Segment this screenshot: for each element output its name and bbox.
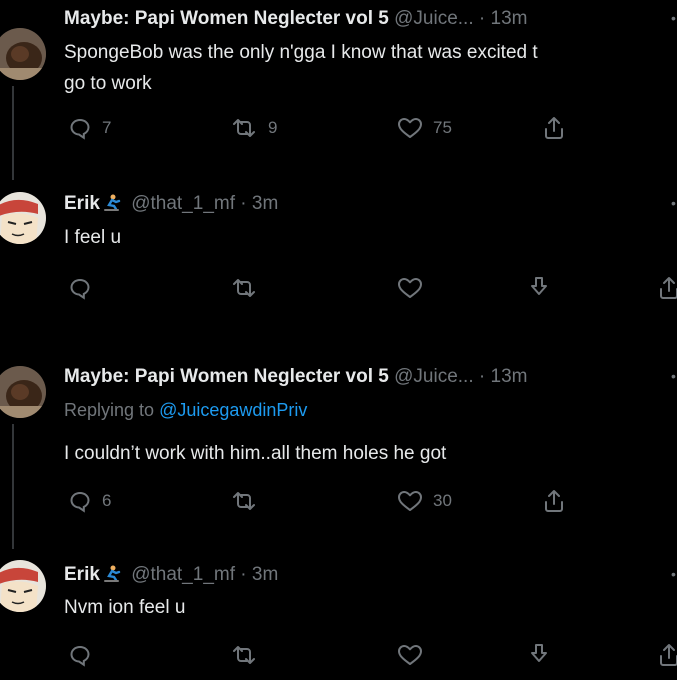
avatar-papi[interactable] [0,28,46,80]
timestamp[interactable]: 3m [252,193,278,214]
like-button[interactable] [397,274,423,302]
tweet-header: Maybe: Papi Women Neglecter vol 5 @Juice… [64,7,527,31]
share-upload-icon [657,275,677,301]
share-upload-icon [542,115,566,141]
separator: · [240,193,247,214]
separator: · [478,8,486,29]
handle[interactable]: @Juice... [394,8,473,29]
share-button[interactable] [542,114,566,142]
tweet-actions: 6 30 [64,487,677,515]
timestamp[interactable]: 3m [252,564,278,585]
reply-button[interactable]: 7 [68,114,111,142]
tweet-actions [64,641,677,669]
more-options-icon[interactable]: • [671,566,677,582]
avatar-erik[interactable] [0,192,46,244]
retweet-arrows-icon [230,276,258,300]
heart-icon [397,276,423,300]
retweet-button[interactable] [230,274,258,302]
tweet-header: Erik @that_1_mf · 3m [64,192,278,216]
avatar-erik[interactable] [0,560,46,612]
like-count: 30 [433,491,452,510]
tweet-text-line: SpongeBob was the only n'gga I know that… [64,42,538,63]
tweet-actions: 7 9 75 [64,114,677,142]
retweet-button[interactable] [230,487,258,515]
separator: · [478,366,486,387]
retweet-button[interactable] [230,641,258,669]
speech-bubble-icon [68,116,92,140]
retweet-count: 9 [268,118,278,137]
skateboarder-emoji-icon [102,194,122,212]
display-name[interactable]: Maybe: Papi Women Neglecter vol 5 [64,366,389,387]
heart-icon [397,116,423,140]
share-button[interactable] [542,487,566,515]
download-button[interactable] [526,641,552,669]
like-button[interactable]: 30 [397,487,452,515]
reply-button[interactable]: 6 [68,487,111,515]
mention-link[interactable]: @JuicegawdinPriv [159,400,307,420]
handle[interactable]: @that_1_mf [131,193,235,214]
retweet-arrows-icon [230,489,258,513]
tweet-text-line: I couldn’t work with him..all them holes… [64,443,447,464]
timestamp[interactable]: 13m [491,366,528,387]
reply-count: 6 [102,491,112,510]
tweet-actions [64,274,677,302]
retweet-button[interactable]: 9 [230,114,277,142]
like-count: 75 [433,118,452,137]
more-options-icon[interactable]: • [671,368,677,384]
reply-button[interactable] [68,641,92,669]
tweet-text-line: Nvm ion feel u [64,597,186,618]
more-options-icon[interactable]: • [671,10,677,26]
replying-prefix: Replying to [64,400,155,420]
skateboarder-emoji-icon [102,565,122,583]
handle[interactable]: @that_1_mf [131,564,235,585]
share-upload-icon [542,488,566,514]
reply-count: 7 [102,118,112,137]
share-button[interactable] [657,274,677,302]
tweet-text-line: I feel u [64,227,122,248]
speech-bubble-icon [68,643,92,667]
like-button[interactable]: 75 [397,114,452,142]
tweet-erik-2[interactable]: Erik @that_1_mf · 3m • Nvm ion feel u [0,550,677,680]
tweet-papi-2[interactable]: Maybe: Papi Women Neglecter vol 5 @Juice… [0,350,677,549]
more-options-icon[interactable]: • [671,195,677,211]
download-button[interactable] [526,274,552,302]
tweet-header: Erik @that_1_mf · 3m [64,563,278,587]
share-upload-icon [657,642,677,668]
speech-bubble-icon [68,276,92,300]
heart-icon [397,643,423,667]
tweet-text-line: go to work [64,73,152,94]
display-name[interactable]: Erik [64,564,100,585]
heart-icon [397,489,423,513]
replying-to: Replying to @JuicegawdinPriv [64,398,307,422]
speech-bubble-icon [68,489,92,513]
like-button[interactable] [397,641,423,669]
retweet-arrows-icon [230,116,258,140]
tweet-erik-1[interactable]: Erik @that_1_mf · 3m • I feel u [0,180,677,325]
display-name[interactable]: Maybe: Papi Women Neglecter vol 5 [64,8,389,29]
download-arrow-icon [526,642,552,668]
share-button[interactable] [657,641,677,669]
avatar-papi[interactable] [0,366,46,418]
thread-connector [12,86,14,180]
display-name[interactable]: Erik [64,193,100,214]
reply-button[interactable] [68,274,92,302]
separator: · [240,564,247,585]
retweet-arrows-icon [230,643,258,667]
handle[interactable]: @Juice... [394,366,473,387]
timestamp[interactable]: 13m [491,8,528,29]
tweet-thread: Maybe: Papi Women Neglecter vol 5 @Juice… [0,0,677,680]
thread-connector [12,424,14,549]
download-arrow-icon [526,275,552,301]
tweet-papi-1[interactable]: Maybe: Papi Women Neglecter vol 5 @Juice… [0,0,677,180]
tweet-header: Maybe: Papi Women Neglecter vol 5 @Juice… [64,365,527,389]
